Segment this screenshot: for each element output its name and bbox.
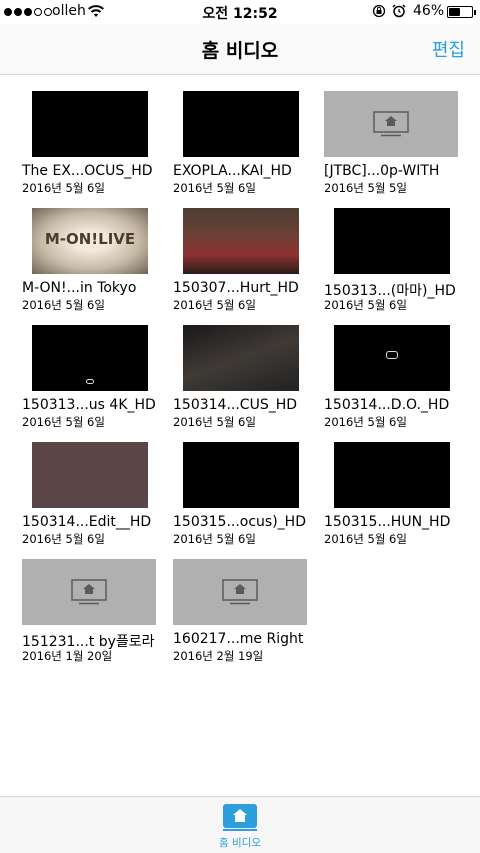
video-item[interactable]: [JTBC]...0p-WITH 2016년 5월 5일 <box>324 76 464 195</box>
video-thumbnail[interactable] <box>22 559 156 625</box>
thumbnail-logo <box>86 379 94 384</box>
video-title: 150314...Edit__HD <box>22 514 152 530</box>
navigation-bar: 홈 비디오 편집 <box>0 24 480 75</box>
video-item[interactable]: 150315...HUN_HD 2016년 5월 6일 <box>324 427 464 546</box>
video-thumbnail[interactable] <box>173 559 307 625</box>
video-grid: The EX...OCUS_HD 2016년 5월 6일 EXOPLA...KA… <box>0 76 480 796</box>
battery-percentage: 46% <box>413 3 445 19</box>
video-title: 150314...CUS_HD <box>173 397 298 413</box>
video-thumbnail[interactable] <box>334 442 450 508</box>
video-item[interactable]: M-ON!LIVE M-ON!...in Tokyo 2016년 5월 6일 <box>22 193 162 312</box>
video-item[interactable]: 150314...CUS_HD 2016년 5월 6일 <box>173 310 313 429</box>
video-item[interactable]: 160217...me Right 2016년 2월 19일 <box>173 544 313 663</box>
thumbnail-logo-text: M-ON!LIVE <box>44 230 136 248</box>
video-item[interactable]: 150314...Edit__HD 2016년 5월 6일 <box>22 427 162 546</box>
orientation-lock-icon <box>372 4 386 18</box>
video-title: 150314...D.O._HD <box>324 397 450 413</box>
video-thumbnail[interactable] <box>32 325 148 391</box>
video-title: The EX...OCUS_HD <box>22 163 153 179</box>
video-item[interactable]: 151231...t by플로라 2016년 1월 20일 <box>22 544 162 663</box>
video-item[interactable]: 150307...Hurt_HD 2016년 5월 6일 <box>173 193 313 312</box>
thumbnail-logo <box>386 351 398 359</box>
battery-icon <box>447 6 476 18</box>
video-item[interactable]: 150315...ocus)_HD 2016년 5월 6일 <box>173 427 313 546</box>
status-time: 오전 12:52 <box>202 6 278 22</box>
tv-home-icon <box>71 579 107 605</box>
video-thumbnail[interactable] <box>32 91 148 157</box>
video-title: 160217...me Right <box>173 631 304 647</box>
status-bar: olleh 오전 12:52 46% <box>0 0 480 24</box>
video-thumbnail[interactable] <box>334 325 450 391</box>
video-thumbnail[interactable]: M-ON!LIVE <box>32 208 148 274</box>
video-item[interactable]: 150314...D.O._HD 2016년 5월 6일 <box>324 310 464 429</box>
video-thumbnail[interactable] <box>183 208 299 274</box>
video-thumbnail[interactable] <box>32 442 148 508</box>
edit-button[interactable]: 편집 <box>432 36 465 62</box>
tab-home-videos[interactable]: 홈 비디오 <box>205 804 275 850</box>
video-title: M-ON!...in Tokyo <box>22 280 137 296</box>
video-title: 150315...HUN_HD <box>324 514 451 530</box>
video-item[interactable]: The EX...OCUS_HD 2016년 5월 6일 <box>22 76 162 195</box>
alarm-icon <box>392 4 406 18</box>
home-video-icon <box>223 804 257 831</box>
video-date: 2016년 2월 19일 <box>173 649 264 663</box>
video-title: 150315...ocus)_HD <box>173 514 306 530</box>
video-title: 150313...us 4K_HD <box>22 397 156 413</box>
video-thumbnail[interactable] <box>183 91 299 157</box>
page-title: 홈 비디오 <box>201 40 279 62</box>
video-date: 2016년 1월 20일 <box>22 649 113 663</box>
video-thumbnail[interactable] <box>334 208 450 274</box>
tv-home-icon <box>222 579 258 605</box>
video-title: [JTBC]...0p-WITH <box>324 163 440 179</box>
tab-bar: 홈 비디오 <box>0 796 480 853</box>
video-title: EXOPLA...KAI_HD <box>173 163 292 179</box>
tab-home-label: 홈 비디오 <box>219 837 261 849</box>
video-thumbnail[interactable] <box>183 325 299 391</box>
video-item[interactable]: 150313...(마마)_HD 2016년 5월 6일 <box>324 193 464 312</box>
video-item[interactable]: EXOPLA...KAI_HD 2016년 5월 6일 <box>173 76 313 195</box>
video-date: 2016년 5월 6일 <box>324 532 407 546</box>
video-thumbnail[interactable] <box>183 442 299 508</box>
tv-home-icon <box>373 111 409 137</box>
video-item[interactable]: 150313...us 4K_HD 2016년 5월 6일 <box>22 310 162 429</box>
video-title: 150307...Hurt_HD <box>173 280 299 296</box>
video-thumbnail[interactable] <box>324 91 458 157</box>
